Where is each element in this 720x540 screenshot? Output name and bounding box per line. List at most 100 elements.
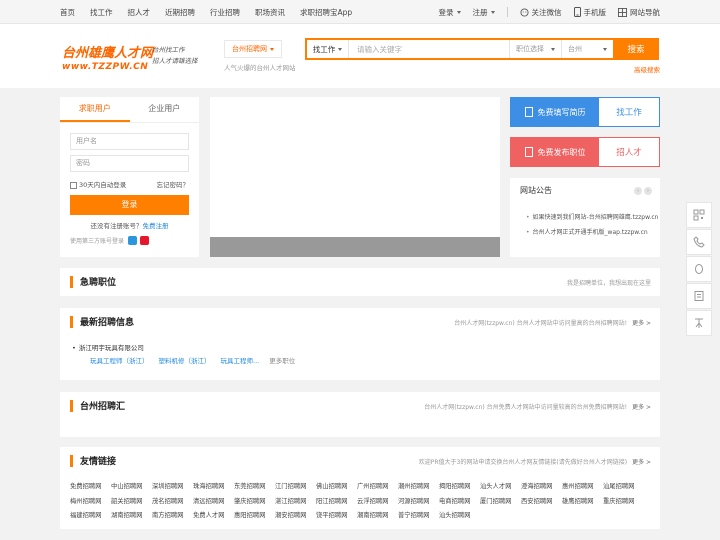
qq-icon[interactable] <box>128 236 138 245</box>
nav-hire[interactable]: 招人才 <box>128 7 151 18</box>
friend-link[interactable]: 免费人才网 <box>193 509 234 524</box>
more-jobs-link[interactable]: 更多职位 <box>269 355 295 365</box>
city-selector[interactable]: 台州招聘网 <box>224 40 282 58</box>
hire-button[interactable]: 招人才 <box>599 138 659 166</box>
section-title: 急聘职位 <box>80 278 117 288</box>
qrcode-button[interactable] <box>686 202 712 228</box>
friend-link[interactable]: 免费招聘网 <box>70 480 111 495</box>
friend-link[interactable]: 茂名招聘网 <box>152 495 193 510</box>
checkbox[interactable] <box>70 181 77 189</box>
friend-link[interactable]: 重庆招聘网 <box>603 495 644 510</box>
friend-link[interactable]: 惠阳招聘网 <box>234 509 275 524</box>
more-link[interactable]: 更多 > <box>632 404 651 411</box>
friend-link[interactable]: 普宁招聘网 <box>398 509 439 524</box>
friend-link[interactable]: 惠州招聘网 <box>562 480 603 495</box>
forgot-password-link[interactable]: 忘记密码？ <box>157 179 190 189</box>
friend-link[interactable]: 南方招聘网 <box>152 509 193 524</box>
nav-app[interactable]: 求职招聘宝App <box>300 7 352 18</box>
job-link[interactable]: 塑料机修（浙江） <box>159 355 211 365</box>
urgent-jobs-section: 急聘职位 我是招聘单位，我想出现在这里 <box>60 268 660 296</box>
password-field[interactable]: 密码 <box>70 155 189 172</box>
free-resume-button[interactable]: 免费填写简历 <box>511 98 599 126</box>
friend-link[interactable]: 肇庆招聘网 <box>234 495 275 510</box>
nav-find-job[interactable]: 找工作 <box>90 7 113 18</box>
site-nav-link[interactable]: 网站导航 <box>618 7 660 18</box>
tab-company[interactable]: 企业用户 <box>130 97 200 122</box>
back-to-top-button[interactable] <box>686 310 712 336</box>
friend-link[interactable]: 雄鹰招聘网 <box>562 495 603 510</box>
friend-link[interactable]: 汕头招聘网 <box>439 509 480 524</box>
notice-item[interactable]: 台州人才网正式开通手机版_wap.tzzpw.cn <box>526 227 648 236</box>
position-select[interactable]: 职位选择 <box>509 40 561 58</box>
friend-link[interactable]: 河源招聘网 <box>398 495 439 510</box>
friend-link[interactable]: 澄海招聘网 <box>521 480 562 495</box>
feedback-button[interactable] <box>686 283 712 309</box>
friend-link[interactable]: 饶平招聘网 <box>316 509 357 524</box>
phone-button[interactable] <box>686 229 712 255</box>
friend-link[interactable]: 云浮招聘网 <box>357 495 398 510</box>
resume-cta[interactable]: 免费填写简历 找工作 <box>510 97 660 127</box>
friend-link[interactable]: 西安招聘网 <box>521 495 562 510</box>
next-icon[interactable]: › <box>644 187 652 195</box>
advanced-search-link[interactable]: 高级搜索 <box>634 64 660 74</box>
login-menu[interactable]: 登录 <box>439 7 461 18</box>
friend-link[interactable]: 佛山招聘网 <box>316 480 357 495</box>
friend-link[interactable]: 东莞招聘网 <box>234 480 275 495</box>
friend-link[interactable]: 汕头人才网 <box>480 480 521 495</box>
friend-link[interactable]: 厦门招聘网 <box>480 495 521 510</box>
friend-link[interactable]: 揭阳招聘网 <box>439 480 480 495</box>
remember-me[interactable]: 30天内自动登录 <box>70 179 126 189</box>
job-link[interactable]: 玩具工程师（浙江） <box>90 355 149 365</box>
city-select[interactable]: 台州 <box>561 40 613 58</box>
find-job-button[interactable]: 找工作 <box>599 98 659 126</box>
login-button[interactable]: 登录 <box>70 195 189 215</box>
job-link[interactable]: 玩具工程师... <box>221 355 260 365</box>
weibo-icon[interactable] <box>140 236 150 245</box>
friend-link[interactable]: 清远招聘网 <box>193 495 234 510</box>
friend-link[interactable]: 梅州招聘网 <box>70 495 111 510</box>
nav-home[interactable]: 首页 <box>60 7 75 18</box>
friend-link[interactable]: 汕尾招聘网 <box>603 480 644 495</box>
search-button[interactable]: 搜索 <box>613 38 659 60</box>
nav-industry[interactable]: 行业招聘 <box>210 7 240 18</box>
friend-link[interactable]: 珠海招聘网 <box>193 480 234 495</box>
friend-link[interactable]: 广州招聘网 <box>357 480 398 495</box>
search-input[interactable] <box>349 40 509 58</box>
advertise-link[interactable]: 我是招聘单位，我想出现在这里 <box>567 278 651 287</box>
more-link[interactable]: 更多 > <box>632 459 651 466</box>
friend-link[interactable]: 潮州招聘网 <box>398 480 439 495</box>
document-icon <box>524 147 533 157</box>
qq-icon <box>695 264 703 274</box>
friend-link[interactable]: 深圳招聘网 <box>152 480 193 495</box>
friend-link[interactable]: 中山招聘网 <box>111 480 152 495</box>
notice-item[interactable]: 如果快速到我们网站-台州招聘网雄鹰.tzzpw.cn <box>526 212 659 221</box>
divider <box>506 7 508 17</box>
more-link[interactable]: 更多 > <box>632 320 651 327</box>
nav-career-news[interactable]: 职场资讯 <box>255 7 285 18</box>
friend-link[interactable]: 潮安招聘网 <box>275 509 316 524</box>
post-job-cta[interactable]: 免费发布职位 招人才 <box>510 137 660 167</box>
nav-recent[interactable]: 近期招聘 <box>165 7 195 18</box>
qq-button[interactable] <box>686 256 712 282</box>
tab-job-seeker[interactable]: 求职用户 <box>60 97 130 122</box>
banner-slider[interactable] <box>210 237 500 257</box>
friend-link[interactable]: 潮南招聘网 <box>357 509 398 524</box>
friend-link[interactable]: 湖南招聘网 <box>111 509 152 524</box>
search-type-select[interactable]: 找工作 <box>307 40 349 58</box>
wechat-link[interactable]: 关注微信 <box>519 7 562 18</box>
site-logo[interactable]: 台州雄鹰人才网 www.TZZPW.CN <box>62 42 153 72</box>
prev-icon[interactable]: ‹ <box>634 187 642 195</box>
register-menu[interactable]: 注册 <box>473 7 495 18</box>
friend-link[interactable]: 福建招聘网 <box>70 509 111 524</box>
register-link[interactable]: 免费注册 <box>143 222 169 230</box>
login-panel: 求职用户 企业用户 用户名 密码 30天内自动登录 忘记密码？ 登录 还没有注册… <box>60 97 199 257</box>
friend-link[interactable]: 电商招聘网 <box>439 495 480 510</box>
free-post-button[interactable]: 免费发布职位 <box>511 138 599 166</box>
friend-link[interactable]: 阳江招聘网 <box>316 495 357 510</box>
friend-link[interactable]: 江门招聘网 <box>275 480 316 495</box>
mobile-link[interactable]: 手机版 <box>573 7 606 18</box>
friend-link[interactable]: 韶关招聘网 <box>111 495 152 510</box>
username-field[interactable]: 用户名 <box>70 133 189 150</box>
friend-link[interactable]: 湛江招聘网 <box>275 495 316 510</box>
company-name[interactable]: 浙江明宇玩具有限公司 <box>72 342 144 352</box>
